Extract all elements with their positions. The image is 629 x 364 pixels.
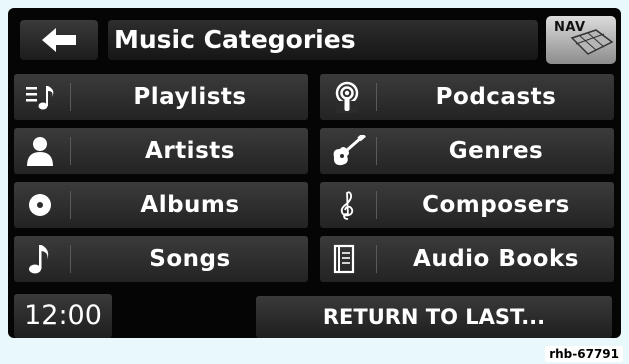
playlist-icon — [14, 74, 66, 120]
category-composers-button[interactable]: Composers — [320, 182, 614, 228]
category-label: Genres — [448, 138, 544, 164]
separator — [376, 245, 377, 273]
return-to-last-button[interactable]: RETURN TO LAST... — [256, 296, 612, 338]
music-note-icon — [14, 236, 66, 282]
separator — [70, 245, 71, 273]
separator — [376, 191, 377, 219]
category-songs-button[interactable]: Songs — [14, 236, 308, 282]
category-label: Songs — [149, 246, 231, 272]
category-label: Audio Books — [413, 246, 579, 272]
separator — [70, 83, 71, 111]
nav-label: NAV — [554, 20, 586, 35]
separator — [376, 83, 377, 111]
back-button[interactable] — [20, 20, 98, 60]
guitar-icon — [320, 128, 372, 174]
artist-icon — [14, 128, 66, 174]
disc-icon — [14, 182, 66, 228]
category-genres-button[interactable]: Genres — [320, 128, 614, 174]
category-label: Composers — [422, 192, 570, 218]
podcast-icon — [320, 74, 372, 120]
radio-screen: Music Categories NAV Playlists Podcasts … — [8, 8, 621, 338]
category-label: Artists — [145, 138, 235, 164]
image-code: rhb-67791 — [545, 346, 623, 362]
separator — [70, 191, 71, 219]
category-albums-button[interactable]: Albums — [14, 182, 308, 228]
clock-display[interactable]: 12:00 — [14, 294, 112, 338]
category-label: Albums — [140, 192, 240, 218]
separator — [376, 137, 377, 165]
nav-button[interactable]: NAV — [546, 16, 616, 64]
book-icon — [320, 236, 372, 282]
page-title: Music Categories — [108, 20, 538, 60]
category-audio-books-button[interactable]: Audio Books — [320, 236, 614, 282]
category-label: Playlists — [133, 84, 247, 110]
category-artists-button[interactable]: Artists — [14, 128, 308, 174]
back-arrow-icon — [42, 28, 76, 52]
treble-clef-icon — [320, 182, 372, 228]
separator — [70, 137, 71, 165]
category-podcasts-button[interactable]: Podcasts — [320, 74, 614, 120]
category-playlists-button[interactable]: Playlists — [14, 74, 308, 120]
category-label: Podcasts — [435, 84, 557, 110]
